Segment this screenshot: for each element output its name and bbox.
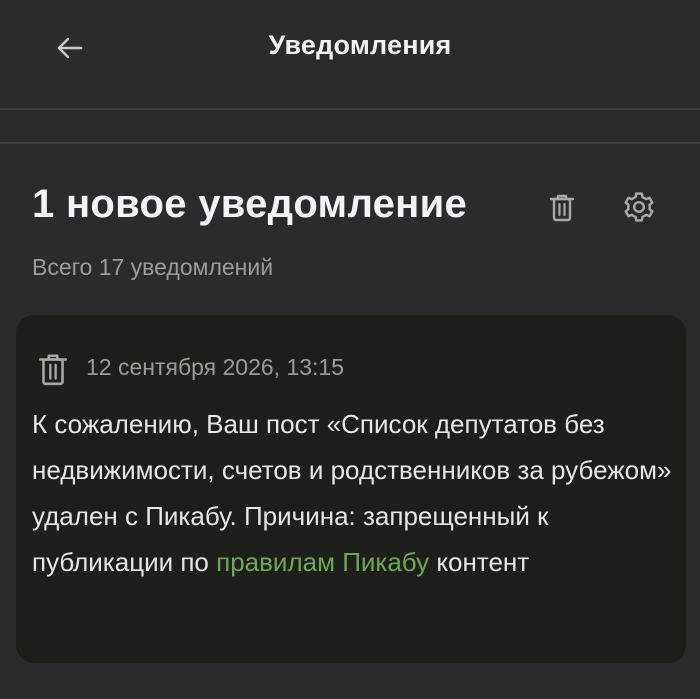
header-divider-band [0,110,700,144]
notification-text: К сожалению, Ваш пост «Список депутатов … [32,401,677,585]
trash-icon [549,194,575,222]
notification-text-end: контент [429,547,530,577]
new-notifications-title: 1 новое уведомление [32,182,468,226]
trash-icon [39,354,67,386]
delete-all-button[interactable] [544,190,580,226]
notifications-section: 1 новое уведомление Всего 17 уведомлений… [0,144,700,699]
notification-date: 12 сентября 2026, 13:15 [86,354,345,380]
app-header: Уведомления [0,0,700,110]
notification-card: 12 сентября 2026, 13:15 К сожалению, Ваш… [16,315,686,663]
gear-icon [624,192,654,222]
delete-notification-button[interactable] [34,349,72,389]
total-notifications-count: Всего 17 уведомлений [32,254,274,280]
pikabu-rules-link[interactable]: правилам Пикабу [216,547,429,577]
notification-settings-button[interactable] [620,188,658,226]
page-title: Уведомления [268,30,452,60]
